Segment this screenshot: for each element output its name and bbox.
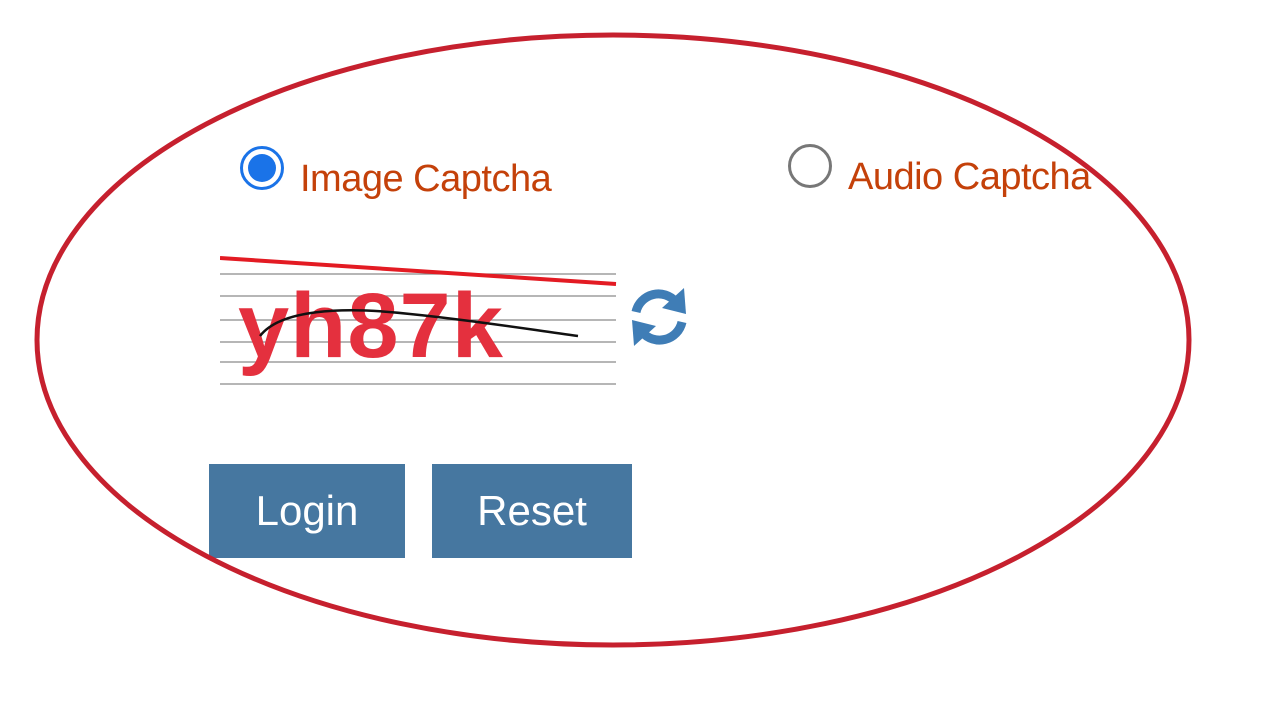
refresh-icon (631, 288, 687, 346)
captcha-panel: Image Captcha Audio Captcha yh87k Login … (0, 0, 1280, 720)
audio-captcha-label: Audio Captcha (848, 156, 1091, 198)
captcha-text: yh87k (238, 275, 504, 377)
audio-captcha-radio[interactable] (788, 143, 832, 188)
image-captcha-radio[interactable] (240, 145, 284, 190)
audio-captcha-option[interactable]: Audio Captcha (788, 132, 1091, 199)
highlight-ellipse (34, 32, 1192, 648)
login-button[interactable]: Login (209, 464, 405, 558)
captcha-image: yh87k (220, 256, 617, 385)
image-captcha-option[interactable]: Image Captcha (240, 134, 552, 201)
reset-button[interactable]: Reset (432, 464, 632, 558)
refresh-captcha-button[interactable] (624, 282, 694, 352)
image-captcha-label: Image Captcha (300, 158, 552, 200)
